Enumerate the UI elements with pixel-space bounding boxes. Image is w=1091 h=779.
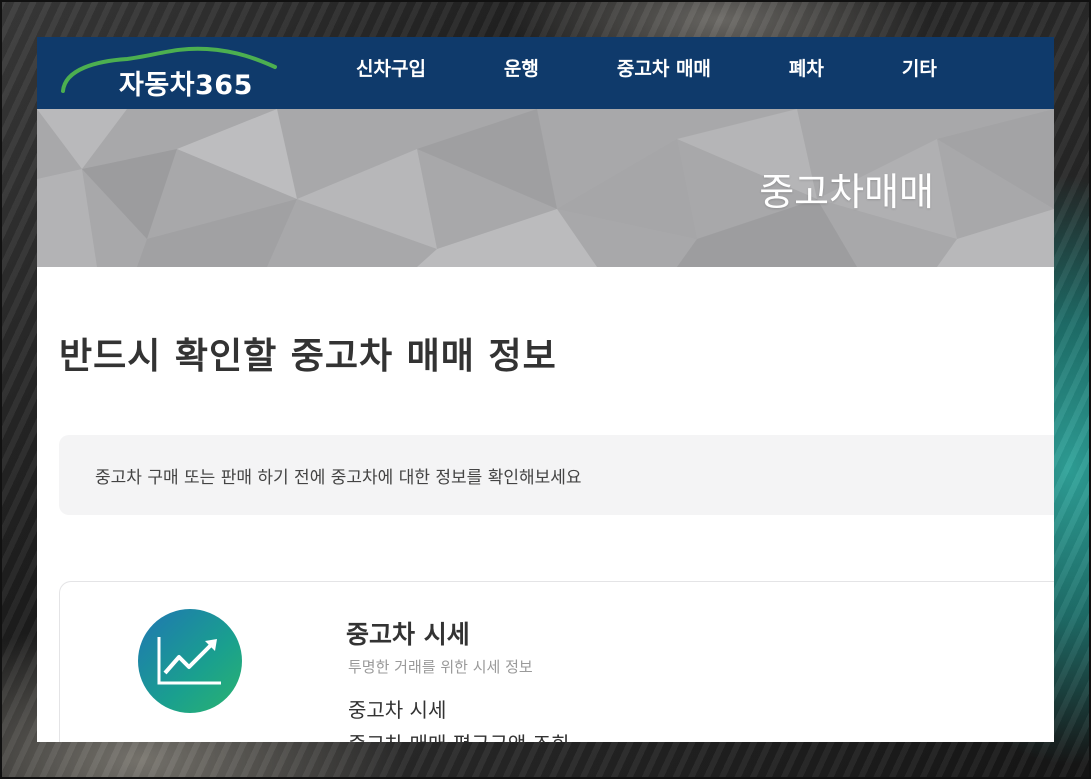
site-logo[interactable]: 자동차365	[57, 37, 287, 109]
logo-text: 자동차365	[119, 70, 253, 101]
nav-item-scrap[interactable]: 폐차	[789, 54, 824, 81]
used-car-price-card[interactable]: 중고차 시세 투명한 거래를 위한 시세 정보 중고차 시세 중고차 매매 평균…	[59, 581, 1054, 742]
nav-item-etc[interactable]: 기타	[902, 54, 937, 81]
card-link-used-car-price[interactable]: 중고차 시세	[348, 694, 446, 723]
chart-trend-up-icon	[138, 609, 242, 713]
hero-banner: 중고차매매	[37, 109, 1054, 267]
info-notice: 중고차 구매 또는 판매 하기 전에 중고차에 대한 정보를 확인해보세요	[59, 435, 1054, 515]
notice-text: 중고차 구매 또는 판매 하기 전에 중고차에 대한 정보를 확인해보세요	[95, 467, 582, 488]
nav-item-used-car[interactable]: 중고차 매매	[617, 54, 711, 81]
main-content: 반드시 확인할 중고차 매매 정보 중고차 구매 또는 판매 하기 전에 중고차…	[37, 267, 1054, 742]
nav-item-driving[interactable]: 운행	[504, 54, 539, 81]
browser-page: 자동차365 신차구입 운행 중고차 매매 폐차 기타 중고차매매 반드시 확인…	[37, 37, 1054, 742]
main-nav: 신차구입 운행 중고차 매매 폐차 기타	[337, 37, 937, 97]
page-title: 반드시 확인할 중고차 매매 정보	[59, 336, 557, 377]
nav-item-new-car[interactable]: 신차구입	[356, 54, 426, 81]
hero-title: 중고차매매	[759, 170, 934, 214]
card-link-average-price[interactable]: 중고차 매매 평균금액 조회	[348, 728, 569, 742]
card-subtitle: 투명한 거래를 위한 시세 정보	[348, 658, 533, 676]
site-header: 자동차365 신차구입 운행 중고차 매매 폐차 기타	[37, 37, 1054, 109]
card-title: 중고차 시세	[346, 620, 470, 649]
